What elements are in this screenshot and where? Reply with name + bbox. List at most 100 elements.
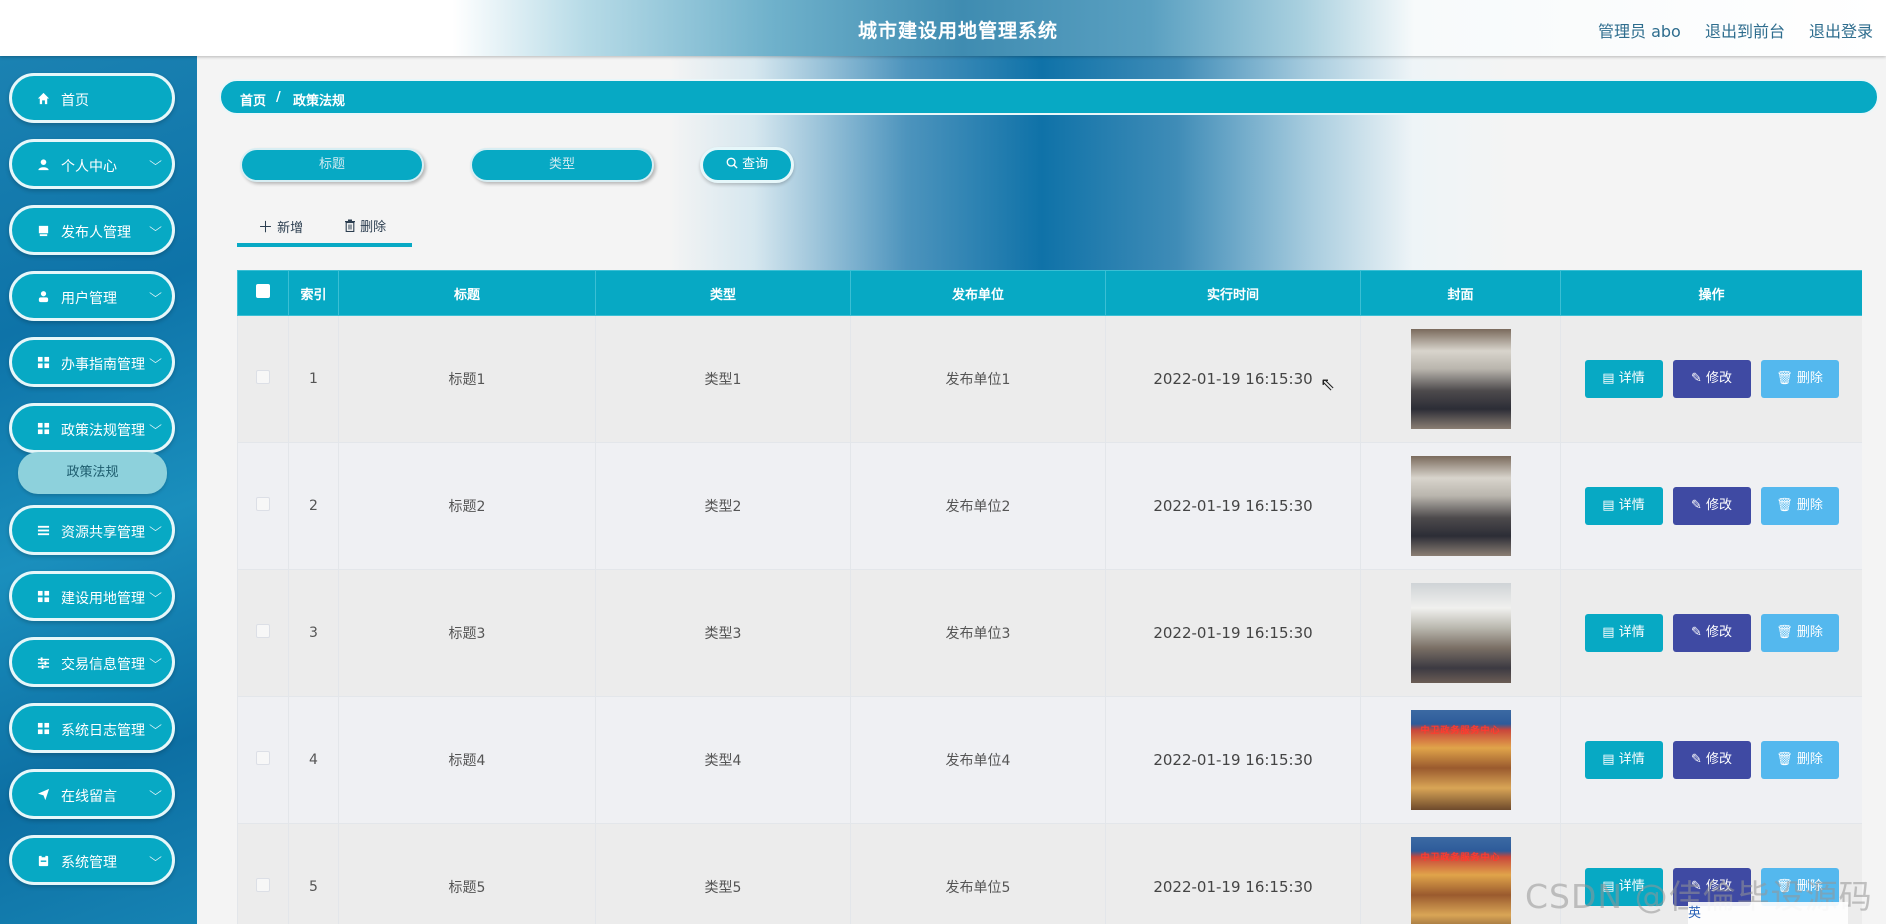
edit-button-label: 修改: [1706, 371, 1733, 386]
row-index: 4: [288, 696, 339, 824]
ime-toolbar[interactable]: 英: [1688, 902, 1848, 924]
search-button-label: 查询: [742, 157, 769, 172]
type-search-input[interactable]: 类型: [470, 148, 654, 182]
sidebar-item-publisher-management[interactable]: 发布人管理 ⌵: [9, 205, 175, 255]
sidebar-item-policy-management[interactable]: 政策法规管理 ⌵: [9, 403, 175, 453]
row-checkbox[interactable]: [256, 751, 270, 765]
pencil-icon: ✎: [1690, 752, 1702, 767]
delete-row-button[interactable]: 🗑 删除: [1760, 487, 1839, 525]
sidebar-item-label: 用户管理: [61, 291, 117, 307]
sidebar-item-label: 个人中心: [61, 159, 117, 175]
chevron-down-icon: ⌵: [149, 652, 162, 666]
row-checkbox[interactable]: [256, 370, 270, 384]
select-all-checkbox[interactable]: [256, 284, 270, 298]
row-time: 2022-01-19 16:15:30: [1105, 442, 1361, 570]
row-checkbox[interactable]: [256, 497, 270, 511]
sidebar-item-label: 在线留言: [61, 789, 117, 805]
chevron-down-icon: ⌵: [149, 154, 162, 168]
table-row: 2 标题2 类型2 发布单位2 2022-01-19 16:15:30 ▤ 详情…: [237, 442, 1862, 570]
add-button[interactable]: ＋ 新增: [258, 216, 303, 237]
edit-button[interactable]: ✎ 修改: [1672, 360, 1751, 398]
chevron-down-icon: ⌵: [149, 784, 162, 798]
ime-mode-label: 英: [1688, 906, 1702, 921]
row-index: 3: [288, 569, 339, 697]
sidebar-item-system-management[interactable]: 系统管理 ⌵: [9, 835, 175, 885]
delete-button[interactable]: 删除: [344, 216, 386, 235]
row-checkbox[interactable]: [256, 624, 270, 638]
edit-button-label: 修改: [1706, 752, 1733, 767]
title-search-input[interactable]: 标题: [240, 148, 424, 182]
sidebar-subitem-policy[interactable]: 政策法规: [18, 452, 167, 494]
sidebar-item-label: 办事指南管理: [61, 357, 145, 373]
home-icon: [35, 90, 51, 106]
cover-image: [1410, 329, 1511, 429]
person-icon: [35, 288, 51, 304]
table-row: 3 标题3 类型3 发布单位3 2022-01-19 16:15:30 ▤ 详情…: [237, 569, 1862, 697]
row-type: 类型1: [595, 315, 851, 443]
column-header: 操作: [1560, 270, 1862, 316]
column-header: 封面: [1360, 270, 1561, 316]
document-icon: ▤: [1602, 752, 1615, 767]
pencil-icon: ✎: [1690, 625, 1702, 640]
sidebar-item-guide-management[interactable]: 办事指南管理 ⌵: [9, 337, 175, 387]
column-header: 发布单位: [850, 270, 1106, 316]
sidebar-item-land-management[interactable]: 建设用地管理 ⌵: [9, 571, 175, 621]
toolbar-underline: [237, 243, 412, 247]
column-header: 索引: [288, 270, 339, 316]
plus-icon: ＋: [258, 218, 274, 236]
edit-button[interactable]: ✎ 修改: [1672, 487, 1751, 525]
sidebar-item-online-message[interactable]: 在线留言 ⌵: [9, 769, 175, 819]
detail-button[interactable]: ▤ 详情: [1584, 741, 1663, 779]
search-button[interactable]: 查询: [700, 147, 794, 183]
row-publisher: 发布单位4: [850, 696, 1106, 824]
row-type: 类型3: [595, 569, 851, 697]
chevron-down-icon: ⌵: [149, 418, 162, 432]
delete-row-button[interactable]: 🗑 删除: [1760, 614, 1839, 652]
sidebar-item-home[interactable]: 首页: [9, 73, 175, 123]
table-row: 4 标题4 类型4 发布单位4 2022-01-19 16:15:30 中卫政务…: [237, 696, 1862, 824]
cover-image: 中卫政务服务中心: [1410, 710, 1511, 810]
delete-button-label: 删除: [1796, 498, 1823, 513]
breadcrumb: 首页 / 政策法规: [219, 79, 1879, 115]
exit-to-front-link[interactable]: 退出到前台: [1705, 18, 1785, 42]
grid-icon: [35, 354, 51, 370]
sidebar-item-trade-info[interactable]: 交易信息管理 ⌵: [9, 637, 175, 687]
sidebar-item-resource-sharing[interactable]: 资源共享管理 ⌵: [9, 505, 175, 555]
sidebar-item-personal-center[interactable]: 个人中心 ⌵: [9, 139, 175, 189]
sidebar-item-system-log[interactable]: 系统日志管理 ⌵: [9, 703, 175, 753]
row-title: 标题3: [338, 569, 596, 697]
sliders-icon: [35, 654, 51, 670]
sidebar-item-label: 首页: [61, 93, 89, 109]
row-index: 5: [288, 823, 339, 924]
row-time: 2022-01-19 16:15:30: [1105, 569, 1361, 697]
grid-icon: [35, 420, 51, 436]
edit-button[interactable]: ✎ 修改: [1672, 741, 1751, 779]
logout-link[interactable]: 退出登录: [1809, 18, 1873, 42]
chevron-down-icon: ⌵: [149, 520, 162, 534]
delete-row-button[interactable]: 🗑 删除: [1760, 741, 1839, 779]
row-type: 类型2: [595, 442, 851, 570]
grid-icon: [35, 720, 51, 736]
breadcrumb-home[interactable]: 首页: [240, 90, 266, 109]
data-table: 索引 标题 类型 发布单位 实行时间 封面 操作 1 标题1 类型1 发布单位1…: [237, 270, 1862, 924]
row-publisher: 发布单位5: [850, 823, 1106, 924]
table-row: 1 标题1 类型1 发布单位1 2022-01-19 16:15:30 ▤ 详情…: [237, 315, 1862, 443]
sidebar-item-user-management[interactable]: 用户管理 ⌵: [9, 271, 175, 321]
detail-button[interactable]: ▤ 详情: [1584, 614, 1663, 652]
grid-icon: [35, 588, 51, 604]
select-all-header[interactable]: [237, 270, 289, 316]
detail-button[interactable]: ▤ 详情: [1584, 360, 1663, 398]
delete-button-label: 删除: [1796, 625, 1823, 640]
edit-button[interactable]: ✎ 修改: [1672, 614, 1751, 652]
row-publisher: 发布单位1: [850, 315, 1106, 443]
delete-row-button[interactable]: 🗑 删除: [1760, 360, 1839, 398]
column-header: 类型: [595, 270, 851, 316]
detail-button[interactable]: ▤ 详情: [1584, 487, 1663, 525]
row-checkbox[interactable]: [256, 878, 270, 892]
delete-button-label: 删除: [360, 220, 387, 235]
trash-icon: 🗑: [1776, 752, 1793, 767]
row-publisher: 发布单位2: [850, 442, 1106, 570]
list-icon: [35, 522, 51, 538]
detail-button-label: 详情: [1618, 371, 1645, 386]
row-time: 2022-01-19 16:15:30: [1105, 696, 1361, 824]
